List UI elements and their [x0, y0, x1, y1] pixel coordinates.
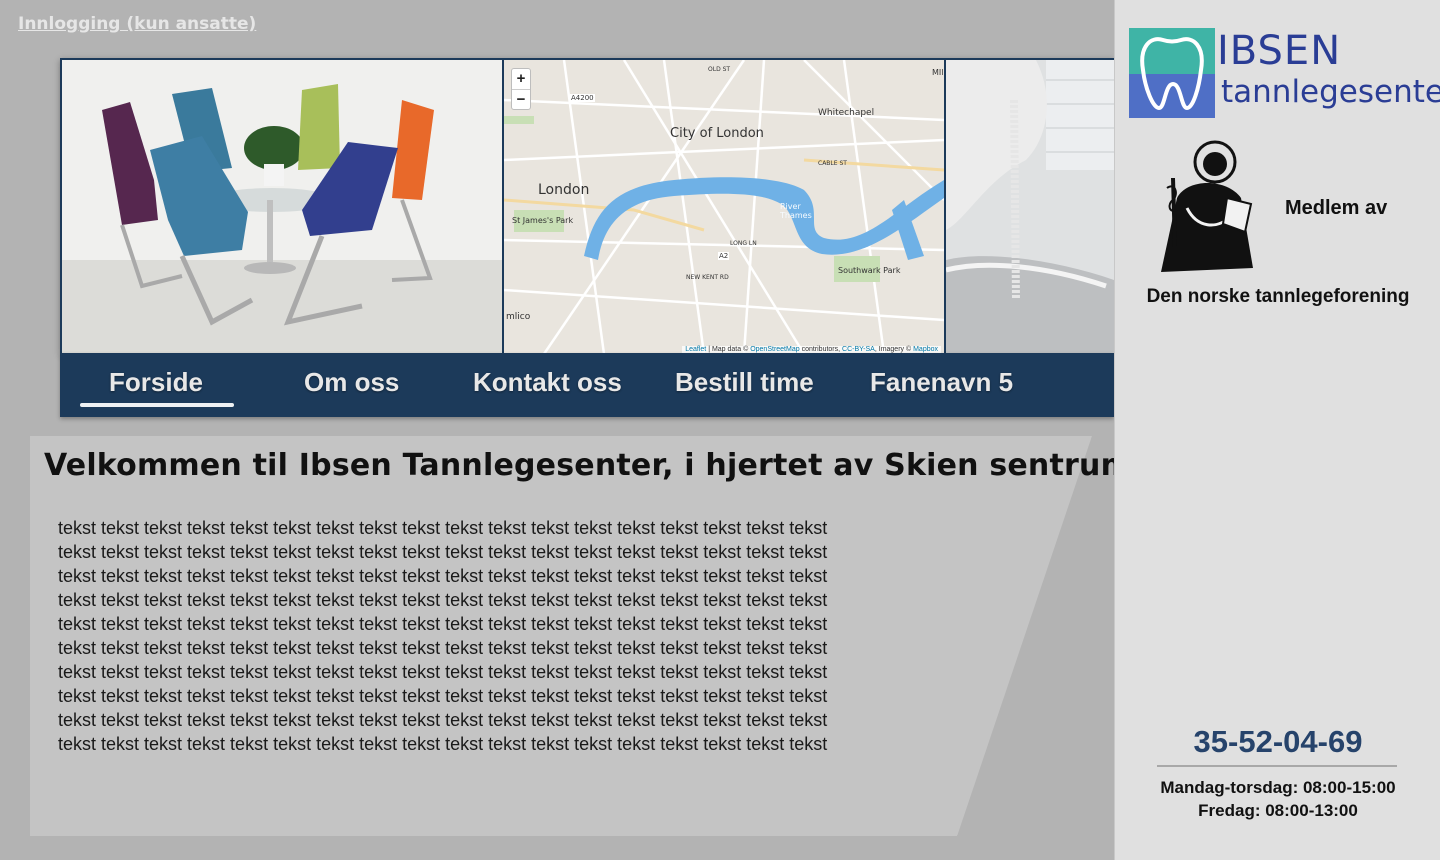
body-text-line: tekst tekst tekst tekst tekst tekst teks…: [58, 590, 828, 610]
attribution-text: , Imagery ©: [874, 346, 914, 353]
map-label-long-ln: LONG LN: [730, 240, 757, 247]
nav-tab-kontakt-oss[interactable]: Kontakt oss: [473, 367, 622, 398]
leaflet-link[interactable]: Leaflet: [685, 346, 706, 353]
map-label-southwark-park: Southwark Park: [838, 266, 901, 275]
body-text-line: tekst tekst tekst tekst tekst tekst teks…: [58, 734, 828, 754]
mapbox-link[interactable]: Mapbox: [913, 346, 938, 353]
clinic-logo[interactable]: IBSEN tannlegesenter: [1129, 26, 1440, 122]
map-label-old-st: OLD ST: [708, 66, 731, 73]
waiting-room-photo: [62, 60, 502, 354]
nav-tab-bestill-time[interactable]: Bestill time: [675, 367, 814, 398]
body-text-line: tekst tekst tekst tekst tekst tekst teks…: [58, 542, 828, 562]
divider: [1157, 765, 1397, 767]
map-label-a4200: A4200: [570, 94, 595, 102]
active-tab-indicator: [80, 403, 234, 407]
map-label-whitechapel: Whitechapel: [818, 108, 875, 118]
logo-line2: tannlegesenter: [1221, 74, 1440, 110]
map-label-city-of-london: City of London: [670, 126, 764, 141]
map-label-london: London: [538, 182, 590, 198]
zoom-in-button[interactable]: +: [512, 69, 530, 89]
attribution-text: | Map data ©: [706, 346, 751, 353]
opening-hours: Mandag-torsdag: 08:00-15:00 Fredag: 08:0…: [1115, 776, 1440, 822]
attribution-text: contributors,: [799, 346, 843, 353]
clinic-photo: [946, 60, 1114, 354]
member-label: Medlem av: [1285, 197, 1388, 219]
body-text-line: tekst tekst tekst tekst tekst tekst teks…: [58, 638, 828, 658]
page-headline: Velkommen til Ibsen Tannlegesenter, i hj…: [44, 448, 1133, 483]
logo-line1: IBSEN: [1217, 28, 1342, 74]
nav-tab-fanenavn-5[interactable]: Fanenavn 5: [870, 367, 1013, 398]
map-label-river-thames: River Thames: [780, 202, 812, 220]
body-text: tekst tekst tekst tekst tekst tekst teks…: [58, 516, 827, 756]
member-organization: Den norske tannlegeforening: [1146, 286, 1410, 307]
license-link[interactable]: CC-BY-SA: [842, 346, 875, 353]
location-map[interactable]: + − City of London London St James's Par…: [504, 60, 944, 354]
map-label-mlico: mlico: [506, 312, 531, 322]
body-text-line: tekst tekst tekst tekst tekst tekst teks…: [58, 518, 828, 538]
phone-number[interactable]: 35-52-04-69: [1115, 724, 1440, 760]
hero-banner: + − City of London London St James's Par…: [60, 58, 1114, 354]
zoom-out-button[interactable]: −: [512, 89, 530, 109]
body-text-line: tekst tekst tekst tekst tekst tekst teks…: [58, 614, 828, 634]
sidebar: IBSEN tannlegesenter Medlem av Den norsk…: [1114, 0, 1440, 860]
body-text-line: tekst tekst tekst tekst tekst tekst teks…: [58, 686, 828, 706]
nav-tab-forside[interactable]: Forside: [109, 367, 203, 398]
map-label-a2: A2: [718, 252, 730, 260]
tannlegeforening-emblem-icon: [1157, 138, 1255, 276]
map-label-mile: MIl: [932, 68, 944, 77]
hours-friday: Fredag: 08:00-13:00: [1198, 801, 1358, 820]
map-label-cable-st: CABLE ST: [818, 160, 847, 167]
map-label-st-james-park: St James's Park: [512, 216, 574, 225]
body-text-line: tekst tekst tekst tekst tekst tekst teks…: [58, 662, 828, 682]
map-label-new-kent-rd: NEW KENT RD: [686, 274, 729, 281]
main-navigation: Forside Om oss Kontakt oss Bestill time …: [60, 353, 1114, 417]
body-text-line: tekst tekst tekst tekst tekst tekst teks…: [58, 566, 828, 586]
osm-link[interactable]: OpenStreetMap: [750, 346, 799, 353]
tooth-logo-icon: [1129, 28, 1215, 118]
map-attribution: Leaflet | Map data © OpenStreetMap contr…: [682, 346, 941, 353]
staff-login-link[interactable]: Innlogging (kun ansatte): [18, 14, 256, 34]
map-zoom-control: + −: [511, 68, 531, 110]
hours-weekdays: Mandag-torsdag: 08:00-15:00: [1160, 778, 1396, 797]
body-text-line: tekst tekst tekst tekst tekst tekst teks…: [58, 710, 828, 730]
nav-tab-om-oss[interactable]: Om oss: [304, 367, 399, 398]
